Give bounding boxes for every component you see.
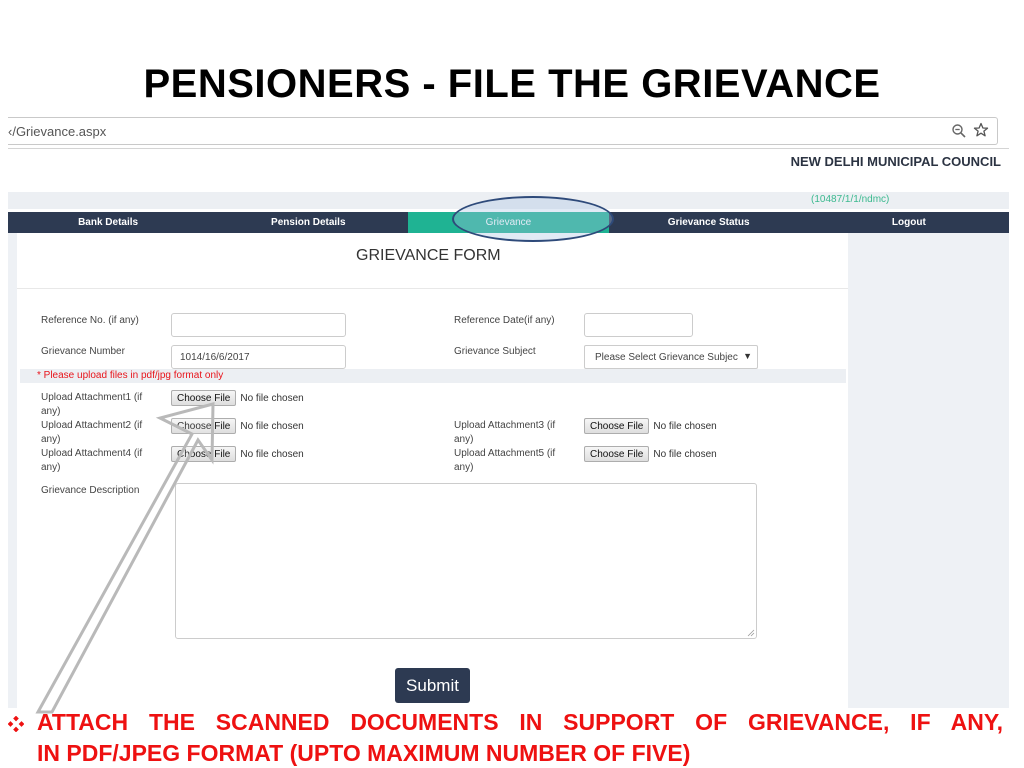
- submit-button[interactable]: Submit: [395, 668, 470, 703]
- grievance-subject-value: Please Select Grievance Subjec: [595, 352, 738, 363]
- attachment4-choose-button[interactable]: Choose File: [171, 446, 237, 462]
- grievance-subject-label: Grievance Subject: [454, 346, 536, 357]
- url-text: ‹/Grievance.aspx: [8, 124, 107, 139]
- attachment3-file-input: Choose File No file chosen: [584, 418, 717, 434]
- note-line-1: ATTACH THE SCANNED DOCUMENTS IN SUPPORT …: [37, 709, 1003, 735]
- highlight-ellipse-annotation: [452, 196, 614, 242]
- attachment4-label: Upload Attachment4 (if any): [41, 448, 143, 473]
- nav-grievance-status[interactable]: Grievance Status: [609, 212, 809, 233]
- form-divider: [17, 288, 848, 289]
- description-textarea[interactable]: [175, 483, 757, 639]
- nav-pension-details[interactable]: Pension Details: [208, 212, 408, 233]
- attachment1-choose-button[interactable]: Choose File: [171, 390, 237, 406]
- nav-logout[interactable]: Logout: [809, 212, 1009, 233]
- attachment1-status: No file chosen: [240, 392, 304, 404]
- grievance-number-label: Grievance Number: [41, 346, 125, 357]
- user-id: (10487/1/1/ndmc): [811, 194, 890, 205]
- description-label: Grievance Description: [41, 485, 140, 496]
- reference-no-label: Reference No. (if any): [41, 315, 139, 326]
- reference-date-input[interactable]: [584, 313, 693, 337]
- slide-title: PENSIONERS - FILE THE GRIEVANCE: [143, 62, 881, 106]
- nav-bank-details[interactable]: Bank Details: [8, 212, 208, 233]
- reference-no-input[interactable]: [171, 313, 346, 337]
- reference-date-label: Reference Date(if any): [454, 315, 555, 326]
- attachment1-label: Upload Attachment1 (if any): [41, 392, 143, 417]
- resize-handle-icon[interactable]: [747, 629, 755, 637]
- form-title: GRIEVANCE FORM: [356, 247, 501, 264]
- upload-warning: * Please upload files in pdf/jpg format …: [37, 370, 224, 381]
- toolbar-divider: [8, 148, 1009, 149]
- dropdown-arrow-icon: ▼: [743, 351, 752, 361]
- attachment3-choose-button[interactable]: Choose File: [584, 418, 650, 434]
- diamond-bullet-icon: [8, 716, 24, 732]
- right-side-panel: [848, 233, 1009, 708]
- attachment4-status: No file chosen: [240, 448, 304, 460]
- attachment4-file-input: Choose File No file chosen: [171, 446, 304, 462]
- attachment5-label: Upload Attachment5 (if any): [454, 448, 556, 473]
- attachment2-status: No file chosen: [240, 420, 304, 432]
- left-gutter: [8, 233, 17, 708]
- grievance-number-input[interactable]: 1014/16/6/2017: [171, 345, 346, 369]
- attachment2-file-input: Choose File No file chosen: [171, 418, 304, 434]
- attachment3-status: No file chosen: [653, 420, 717, 432]
- attachment1-file-input: Choose File No file chosen: [171, 390, 304, 406]
- grievance-subject-select[interactable]: Please Select Grievance Subjec ▼: [584, 345, 758, 369]
- upload-warning-strip: * Please upload files in pdf/jpg format …: [20, 369, 846, 383]
- attachment5-file-input: Choose File No file chosen: [584, 446, 717, 462]
- attachment5-status: No file chosen: [653, 448, 717, 460]
- address-bar[interactable]: ‹/Grievance.aspx: [8, 117, 998, 145]
- attachment2-choose-button[interactable]: Choose File: [171, 418, 237, 434]
- note-line-2: IN PDF/JPEG FORMAT (UPTO MAXIMUM NUMBER …: [37, 740, 691, 766]
- attachment2-label: Upload Attachment2 (if any): [41, 420, 143, 445]
- star-icon[interactable]: [973, 122, 989, 138]
- attachment5-choose-button[interactable]: Choose File: [584, 446, 650, 462]
- org-name: NEW DELHI MUNICIPAL COUNCIL: [790, 154, 1001, 169]
- zoom-out-icon[interactable]: [951, 123, 967, 139]
- attachment3-label: Upload Attachment3 (if any): [454, 420, 556, 445]
